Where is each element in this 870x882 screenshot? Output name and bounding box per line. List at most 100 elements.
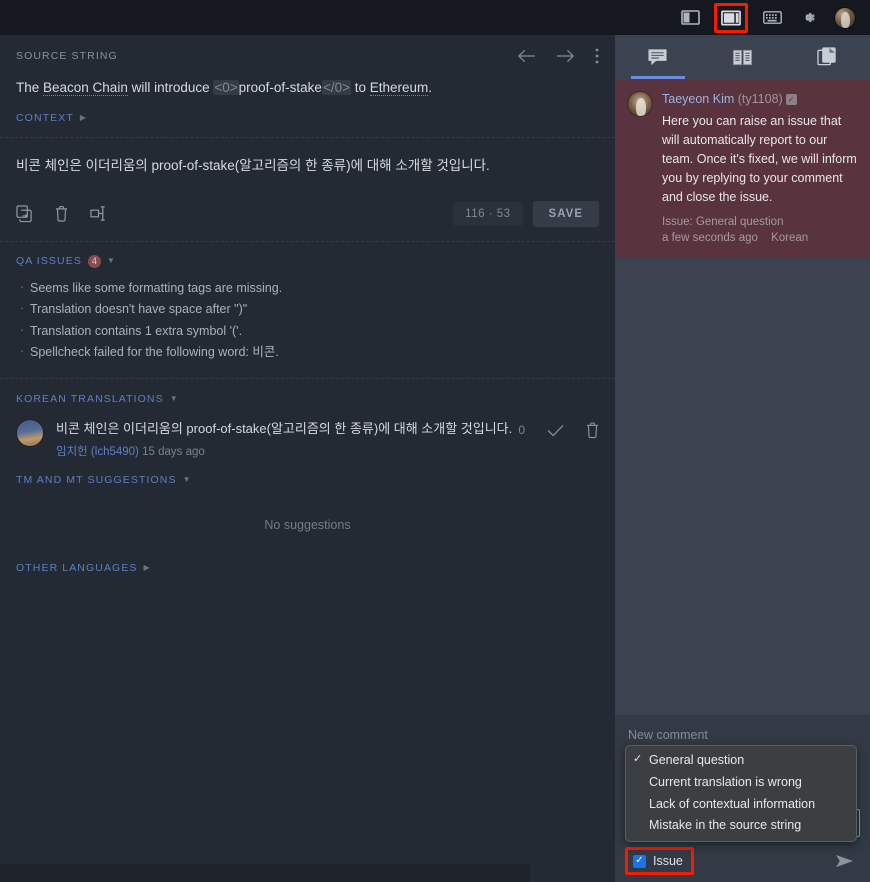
comment-language: Korean [771,232,809,245]
top-toolbar-icons [680,2,870,33]
comment-issue-type: Issue: General question [662,216,784,229]
source-tag-open[interactable]: <0> [213,80,239,95]
qa-issues-header[interactable]: QA ISSUES 4 ▼ [0,242,615,268]
translation-input[interactable]: 비콘 체인은 이더리움의 proof-of-stake(알고리즘의 한 종류)에… [0,138,615,176]
dropdown-option-translation-wrong[interactable]: Current translation is wrong [626,772,856,794]
source-string-header: SOURCE STRING [0,35,615,64]
other-languages-header[interactable]: OTHER LANGUAGES ▶ [0,562,615,574]
layout-split-panel-highlight [714,2,748,33]
layout-left-panel-icon[interactable] [680,8,700,28]
user-avatar[interactable] [834,6,856,29]
screenshots-icon [817,47,838,67]
comment-timestamp: a few seconds ago [662,232,758,245]
source-part-4: to [350,80,370,95]
side-panel-tabs [615,35,870,79]
context-label: CONTEXT [16,112,74,125]
qa-issue-item: Translation contains 1 extra symbol '('. [20,320,599,343]
dropdown-option-general-question[interactable]: General question [626,750,856,772]
chevron-down-icon[interactable]: ▼ [107,257,115,265]
korean-translations-header[interactable]: KOREAN TRANSLATIONS ▼ [0,379,615,405]
comment-footer: a few seconds ago Korean [662,232,858,244]
gear-icon[interactable] [798,8,818,28]
delete-translation-icon[interactable] [586,421,599,439]
source-string-label: SOURCE STRING [16,50,118,62]
source-part-3: proof-of-stake [238,80,322,95]
editor-toolbar: 116 · 53 SAVE [0,177,615,242]
chevron-right-icon[interactable]: ▶ [144,564,150,572]
issue-checkbox-label[interactable]: Issue [653,854,683,868]
chevron-down-icon[interactable]: ▼ [170,394,178,403]
qa-issue-item: Spellcheck failed for the following word… [20,341,599,364]
translator-name[interactable]: 임치헌 (lch5490) [56,446,139,458]
comment-author-avatar [627,91,653,117]
tab-screenshots[interactable] [785,35,870,79]
qa-issue-item: Translation doesn't have space after ")" [20,298,599,321]
editor-pane: SOURCE STRING The Beacon Chain will intr… [0,35,615,882]
comment-icon [647,48,668,67]
qa-issues-count-badge: 4 [87,254,101,268]
layout-split-panel-icon[interactable] [721,8,741,28]
source-part-5: . [428,80,433,95]
issue-checkbox[interactable]: ✓ [633,854,646,868]
translator-avatar [16,418,44,447]
source-part-1: The [16,80,44,95]
issue-checkbox-highlight: ✓ Issue [625,847,694,875]
comment-composer: New comment General question Current tra… [615,715,870,882]
prev-string-icon[interactable] [517,49,536,63]
string-nav-controls [517,48,599,64]
keyboard-icon[interactable] [762,8,782,28]
translation-entry-time: 15 days ago [142,446,205,459]
dropdown-option-source-mistake[interactable]: Mistake in the source string [626,815,856,837]
chevron-right-icon[interactable]: ▶ [80,114,86,122]
comment-body-wrap: Taeyeon Kim (ty1108) ✓ Here you can raise… [662,91,858,244]
clear-translation-icon[interactable] [55,205,68,223]
source-part-2: will introduce [127,80,214,95]
translation-entry-body: 비콘 체인은 이더리움의 proof-of-stake(알고리즘의 한 종류)에… [56,419,518,460]
vote-count: 0 [518,423,525,437]
context-section-header[interactable]: CONTEXT ▶ [0,98,615,139]
more-options-icon[interactable] [595,48,599,64]
application-root: SOURCE STRING The Beacon Chain will intr… [0,0,870,882]
tm-suggestions-empty: No suggestions [264,518,351,533]
approve-icon[interactable] [547,424,564,437]
dropdown-option-lack-of-context[interactable]: Lack of contextual information [626,794,856,816]
issue-type-dropdown-menu: General question Current translation is … [625,745,857,842]
tab-comments[interactable] [615,35,700,79]
tm-suggestions-label: TM AND MT SUGGESTIONS [16,474,177,487]
book-icon [732,48,753,67]
source-tag-close[interactable]: </0> [321,80,351,95]
source-spell-beacon-chain: Beacon Chain [43,80,128,96]
editor-actions: 116 · 53 SAVE [453,200,599,227]
qa-issues-list: Seems like some formatting tags are miss… [0,268,615,379]
save-button[interactable]: SAVE [532,200,599,227]
verified-badge-icon: ✓ [785,94,797,106]
character-counter: 116 · 53 [453,201,523,226]
next-string-icon[interactable] [556,49,575,63]
translation-entry-row: 비콘 체인은 이더리움의 proof-of-stake(알고리즘의 한 종류)에… [0,405,615,460]
tm-suggestions-header[interactable]: TM AND MT SUGGESTIONS ▼ [0,459,615,486]
copy-source-icon[interactable] [16,204,33,223]
editor-tool-icons [16,204,108,223]
editor-bottom-strip [0,864,530,882]
new-comment-input[interactable]: New comment [625,727,860,742]
source-string-text: The Beacon Chain will introduce <0>proof… [0,64,615,98]
source-spell-ethereum: Ethereum [369,80,429,96]
comment-author-row: Taeyeon Kim (ty1108) ✓ [662,91,858,107]
qa-issue-item: Seems like some formatting tags are miss… [20,277,599,300]
korean-translations-label: KOREAN TRANSLATIONS [16,392,164,405]
other-languages-label: OTHER LANGUAGES [16,562,138,575]
comment-item[interactable]: Taeyeon Kim (ty1108) ✓ Here you can raise… [615,79,870,259]
tab-glossary[interactable] [700,35,785,79]
translation-entry-actions: 0 [518,419,599,439]
issue-type-select-wrap: General question Current translation is … [625,745,860,842]
top-toolbar [0,0,870,35]
chevron-down-icon[interactable]: ▼ [183,476,191,484]
translation-entry-text[interactable]: 비콘 체인은 이더리움의 proof-of-stake(알고리즘의 한 종류)에… [56,420,518,439]
translation-entry-meta: 임치헌 (lch5490) 15 days ago [56,443,518,459]
comment-author-handle: (ty1108) [737,92,783,106]
comment-author-name[interactable]: Taeyeon Kim [662,92,734,106]
composer-bottom-row: ✓ Issue [625,847,860,875]
send-icon[interactable] [835,854,860,869]
insert-tag-icon[interactable] [90,205,108,222]
qa-issues-label: QA ISSUES [16,255,82,267]
